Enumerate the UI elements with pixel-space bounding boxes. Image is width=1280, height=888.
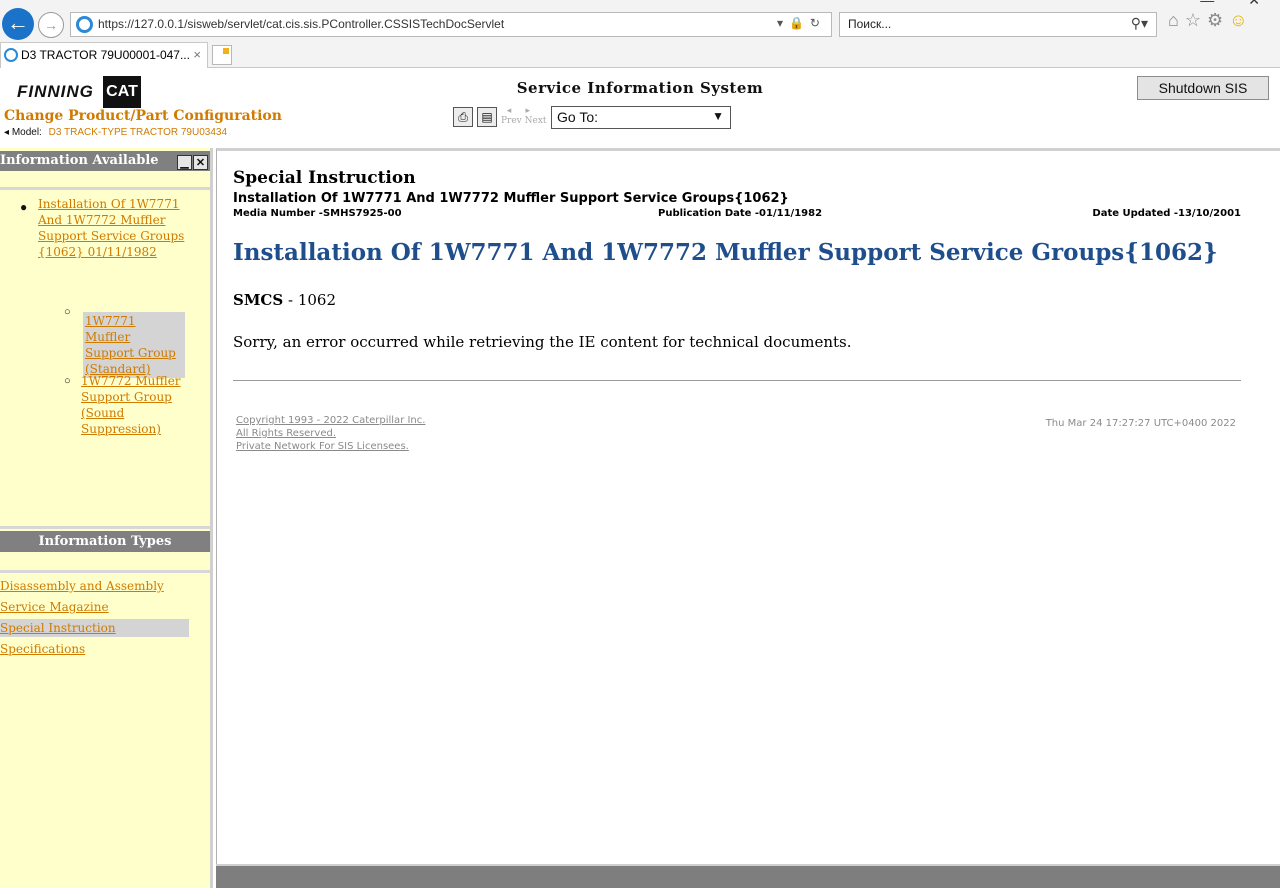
address-text[interactable]: https://127.0.0.1/sisweb/servlet/cat.cis… [98, 17, 504, 31]
private-network-link[interactable]: Private Network For SIS Licensees. [236, 440, 425, 453]
type-link-specifications[interactable]: Specifications [0, 640, 189, 658]
document-icon[interactable]: ▤ [477, 107, 497, 127]
tab-title: D3 TRACTOR 79U00001-047... [21, 48, 190, 62]
change-configuration-link[interactable]: Change Product/Part Configuration [4, 108, 282, 124]
model-label: Model: [11, 127, 42, 138]
panel-divider [0, 570, 210, 573]
chevron-down-icon: ▼ [712, 109, 724, 123]
browser-tool-icons: ⌂☆⚙☺ [1168, 10, 1254, 31]
copyright-links: Copyright 1993 - 2022 Caterpillar Inc. A… [236, 414, 425, 453]
panel-controls: ▁ ✕ [176, 153, 208, 171]
copyright-link[interactable]: Copyright 1993 - 2022 Caterpillar Inc. [236, 414, 425, 427]
left-panel: Information Available ▁ ✕ ● Installation … [0, 148, 213, 888]
prev-next-arrows-icon: ◂ ▸ [501, 106, 531, 116]
new-tab-button[interactable] [212, 45, 232, 65]
browser-tab[interactable]: D3 TRACTOR 79U00001-047... × [0, 42, 208, 68]
bottom-bar [216, 864, 1280, 888]
document-meta: Media Number -SMHS7925-00 Publication Da… [233, 208, 1241, 222]
smcs-label: SMCS [233, 291, 284, 309]
prev-button[interactable]: Prev [501, 116, 522, 126]
tab-close-icon[interactable]: × [193, 47, 201, 62]
info-available-header: Information Available ▁ ✕ [0, 151, 210, 171]
panel-divider [0, 187, 210, 190]
type-link-special-instruction[interactable]: Special Instruction [0, 619, 189, 637]
ie-logo-icon [76, 16, 93, 33]
document-pane: Special Instruction Installation Of 1W77… [216, 148, 1280, 864]
address-bar-icons[interactable]: ▾🔒↻ [777, 16, 826, 30]
tab-strip: D3 TRACTOR 79U00001-047... × [0, 42, 1280, 68]
next-button[interactable]: Next [525, 116, 547, 126]
forward-button[interactable]: → [38, 12, 64, 38]
tab-favicon-icon [4, 48, 18, 62]
goto-select[interactable]: Go To: ▼ [551, 106, 731, 129]
window-controls: — ✕ [1166, 0, 1260, 9]
document-subtitle: Installation Of 1W7771 And 1W7772 Muffle… [233, 191, 789, 206]
tree-bullet-icon: ● [20, 200, 28, 214]
search-box[interactable]: Поиск... ⚲▾ [839, 12, 1157, 37]
rights-link[interactable]: All Rights Reserved. [236, 427, 425, 440]
media-number: Media Number -SMHS7925-00 [233, 208, 402, 219]
tree-root-link[interactable]: Installation Of 1W7771 And 1W7772 Muffle… [38, 196, 186, 260]
document-heading: Installation Of 1W7771 And 1W7772 Muffle… [233, 239, 1218, 266]
info-available-title: Information Available [0, 153, 159, 168]
sis-header: FINNING CAT Service Information System S… [0, 68, 1280, 148]
back-button[interactable]: ← [2, 8, 34, 40]
panel-divider [0, 526, 210, 529]
feedback-smiley-icon[interactable]: ☺ [1229, 10, 1253, 30]
search-icon[interactable]: ⚲▾ [1131, 15, 1148, 32]
type-link-disassembly[interactable]: Disassembly and Assembly [0, 577, 189, 595]
address-bar[interactable]: https://127.0.0.1/sisweb/servlet/cat.cis… [70, 12, 832, 37]
tree-bullet-icon: ○ [64, 375, 71, 387]
close-window-icon[interactable]: ✕ [1248, 0, 1260, 8]
error-message: Sorry, an error occurred while retrievin… [233, 333, 852, 351]
info-types-list: Disassembly and Assembly Service Magazin… [0, 577, 210, 661]
home-icon[interactable]: ⌂ [1168, 10, 1185, 30]
smcs-value: - 1062 [283, 291, 336, 309]
tree-child-link-sound-suppression[interactable]: 1W7772 Muffler Support Group (Sound Supp… [81, 373, 185, 437]
publication-date: Publication Date -01/11/1982 [658, 208, 823, 219]
prev-next-nav: ◂ ▸ Prev Next [501, 106, 547, 126]
tree-bullet-icon: ○ [64, 306, 71, 318]
goto-selected-value: Go To: [557, 109, 598, 125]
timestamp: Thu Mar 24 17:27:27 UTC+0400 2022 [1045, 418, 1236, 429]
settings-gear-icon[interactable]: ⚙ [1207, 10, 1229, 30]
print-icon[interactable]: ⎙ [453, 107, 473, 127]
divider [233, 380, 1241, 381]
date-updated: Date Updated -13/10/2001 [1092, 208, 1241, 219]
minimize-icon[interactable]: — [1200, 0, 1214, 8]
page-title: Service Information System [516, 79, 764, 97]
info-types-header: Information Types [0, 531, 210, 552]
search-input[interactable]: Поиск... [848, 17, 891, 31]
model-value: D3 TRACK-TYPE TRACTOR 79U03434 [48, 127, 228, 138]
collapse-arrow-icon[interactable]: ◂ [4, 127, 9, 138]
favorites-star-icon[interactable]: ☆ [1185, 10, 1207, 30]
close-panel-icon[interactable]: ✕ [193, 155, 208, 170]
type-link-service-magazine[interactable]: Service Magazine [0, 598, 189, 616]
shutdown-button[interactable]: Shutdown SIS [1137, 76, 1269, 100]
minimize-panel-icon[interactable]: ▁ [177, 155, 192, 170]
model-row: ◂ Model: D3 TRACK-TYPE TRACTOR 79U03434 [4, 127, 227, 138]
tree-child-link-standard[interactable]: 1W7771 Muffler Support Group (Standard) [83, 312, 185, 378]
browser-toolbar: — ✕ ← → https://127.0.0.1/sisweb/servlet/… [0, 0, 1280, 68]
smcs-line: SMCS - 1062 [233, 291, 336, 309]
document-type: Special Instruction [233, 168, 416, 188]
